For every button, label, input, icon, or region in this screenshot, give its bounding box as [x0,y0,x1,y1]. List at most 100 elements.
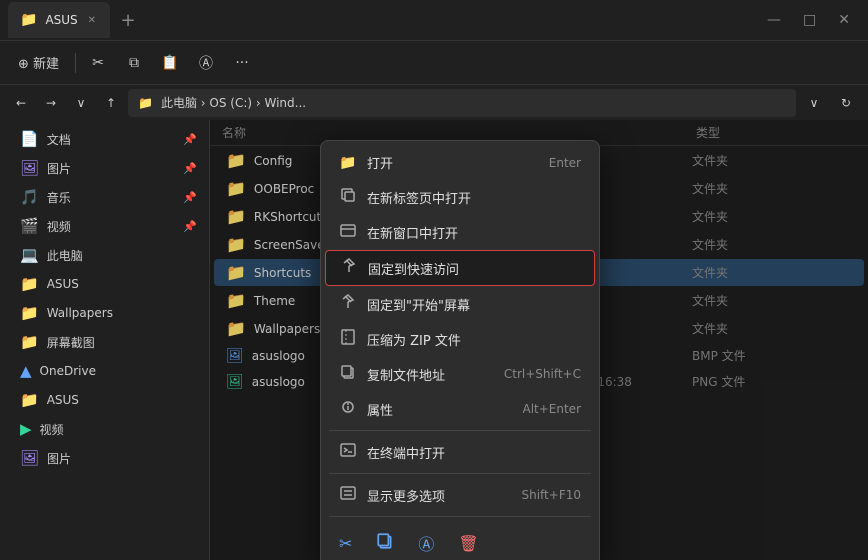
folder-icon: 📁 [226,291,246,310]
col-name-header: 名称 [222,124,536,141]
docs-icon: 📄 [20,130,39,148]
paste-button[interactable]: 📋 [154,47,186,79]
expand-icon: ∨ [77,96,86,110]
copy-icon: ⧉ [129,55,139,71]
asus2-folder-icon: 📁 [20,391,39,409]
context-menu: 📁 打开 Enter 在新标签页中打开 [320,140,600,560]
cm-pin-start-label: 固定到"开始"屏幕 [367,295,581,314]
cm-delete-action[interactable]: 🗑 [454,530,482,557]
cm-open-window[interactable]: 在新窗口中打开 [325,215,595,249]
forward-button[interactable]: → [38,90,64,116]
wallpapers-folder-icon: 📁 [20,304,39,322]
close-tab-button[interactable]: ✕ [86,13,98,28]
cm-properties[interactable]: 属性 Alt+Enter [325,392,595,426]
back-button[interactable]: ← [8,90,34,116]
cm-zip[interactable]: 压缩为 ZIP 文件 [325,322,595,356]
pics-icon: 🖼 [20,159,39,177]
new-tab-icon [339,187,357,207]
file-type: 文件夹 [692,208,772,225]
close-button[interactable]: ✕ [828,8,860,32]
sidebar-item-pics2[interactable]: 🖼 图片 [4,444,205,472]
cm-copy-path[interactable]: 复制文件地址 Ctrl+Shift+C [325,357,595,391]
breadcrumb-bar[interactable]: 📁 此电脑 › OS (C:) › Wind... [128,89,796,117]
sidebar-item-video2[interactable]: ▶ 视频 [4,415,205,443]
maximize-button[interactable]: □ [793,8,826,32]
sidebar-item-video[interactable]: 🎬 视频 📌 [4,212,205,240]
file-type: 文件夹 [692,236,772,253]
sidebar-item-pics[interactable]: 🖼 图片 📌 [4,154,205,182]
file-type: BMP 文件 [692,347,772,364]
up-button[interactable]: ↑ [98,90,124,116]
sidebar-item-pc[interactable]: 💻 此电脑 [4,241,205,269]
new-tab-button[interactable]: + [114,6,142,34]
sidebar: 📄 文档 📌 🖼 图片 📌 🎵 音乐 📌 🎬 视频 📌 💻 此电脑 📁 ASUS [0,120,210,560]
sidebar-item-wallpapers[interactable]: 📁 Wallpapers [4,299,205,327]
cut-button[interactable]: ✂ [82,47,114,79]
cm-more-options-label: 显示更多选项 [367,486,511,505]
col-type-header: 类型 [696,124,776,141]
more-icon: ··· [235,55,248,71]
context-menu-divider-1 [329,430,591,431]
copy-button[interactable]: ⧉ [118,47,150,79]
cm-pin-start[interactable]: 固定到"开始"屏幕 [325,287,595,321]
context-menu-divider-3 [329,516,591,517]
sidebar-item-label: ASUS [47,393,79,407]
refresh-button[interactable]: ↻ [832,89,860,117]
sidebar-item-onedrive[interactable]: ▲ OneDrive [4,357,205,385]
open-icon: 📁 [339,155,357,171]
new-button[interactable]: ⊕ 新建 [8,49,69,76]
sidebar-item-label: 音乐 [47,189,71,206]
sidebar-item-asus[interactable]: 📁 ASUS [4,270,205,298]
more-options-icon [339,485,357,505]
cut-icon: ✂ [92,55,104,71]
pc-icon: 💻 [20,246,39,264]
cm-pin-quick-label: 固定到快速访问 [368,259,580,278]
up-icon: ↑ [106,96,116,110]
cm-cut-action[interactable]: ✂ [335,530,356,557]
minimize-button[interactable]: — [757,8,791,32]
forward-icon: → [46,96,56,110]
folder-icon: 📁 [226,151,246,170]
cm-more-options[interactable]: 显示更多选项 Shift+F10 [325,478,595,512]
dropdown-button[interactable]: ∨ [800,89,828,117]
file-type: 文件夹 [692,320,772,337]
sidebar-item-docs[interactable]: 📄 文档 📌 [4,125,205,153]
copy-path-icon [339,364,357,384]
more-toolbar-button[interactable]: ··· [226,47,258,79]
breadcrumb-folder-icon: 📁 [138,96,153,110]
tab-asus[interactable]: 📁 ASUS ✕ [8,2,110,38]
folder-icon: 📁 [226,179,246,198]
ai-button[interactable]: Ⓐ [190,47,222,79]
folder-icon: 📁 [226,263,246,282]
cm-more-options-shortcut: Shift+F10 [521,488,581,502]
bmp-icon: 🖼 [226,348,244,364]
cm-copy-path-shortcut: Ctrl+Shift+C [504,367,581,381]
cm-terminal-label: 在终端中打开 [367,443,581,462]
png-icon: 🖼 [226,374,244,390]
sidebar-item-label: 视频 [47,218,71,235]
file-type: 文件夹 [692,292,772,309]
cm-copy-action[interactable] [372,528,398,558]
cm-open-tab[interactable]: 在新标签页中打开 [325,180,595,214]
properties-icon [339,399,357,419]
cm-ai-action[interactable]: Ⓐ [414,527,438,559]
toolbar-divider-1 [75,53,76,73]
cm-open-label: 打开 [367,153,539,172]
cm-terminal[interactable]: 在终端中打开 [325,435,595,469]
pin-start-icon [339,294,357,314]
music-icon: 🎵 [20,188,39,206]
pin-icon [340,258,358,278]
expand-button[interactable]: ∨ [68,90,94,116]
sidebar-item-music[interactable]: 🎵 音乐 📌 [4,183,205,211]
cm-open-window-label: 在新窗口中打开 [367,223,581,242]
cm-open[interactable]: 📁 打开 Enter [325,146,595,179]
sidebar-item-label: OneDrive [40,364,96,378]
zip-icon [339,329,357,349]
sidebar-item-asus2[interactable]: 📁 ASUS [4,386,205,414]
dropdown-icon: ∨ [810,96,819,110]
sidebar-item-label: 图片 [47,160,71,177]
sidebar-item-screenshot[interactable]: 📁 屏幕截图 [4,328,205,356]
address-actions: ∨ ↻ [800,89,860,117]
cm-pin-quick[interactable]: 固定到快速访问 [325,250,595,286]
file-type: 文件夹 [692,152,772,169]
